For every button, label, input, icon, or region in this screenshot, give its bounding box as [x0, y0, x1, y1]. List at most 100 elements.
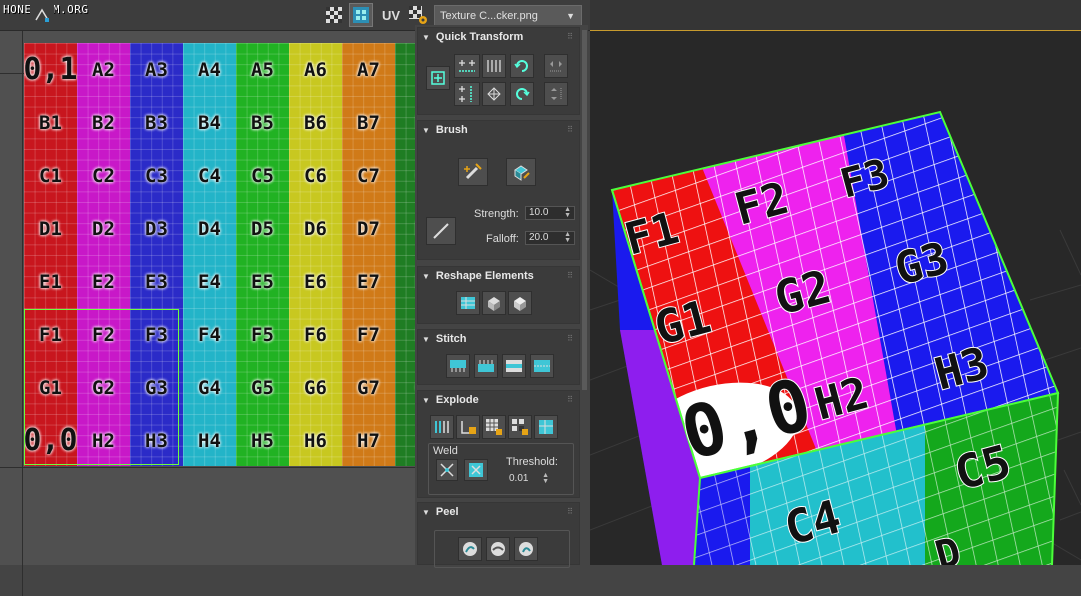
checker-cell: B3 [130, 96, 183, 149]
peel-header[interactable]: ▼ Peel [422, 506, 459, 518]
quick-peel-icon[interactable] [458, 537, 482, 561]
rotate-cw-icon[interactable] [510, 82, 534, 106]
checker-cell-label: E6 [304, 270, 327, 293]
checker-cell-label: C3 [145, 164, 168, 187]
checker-cell-label: F4 [198, 323, 221, 346]
reshape-elements-header[interactable]: ▼ Reshape Elements [422, 270, 534, 282]
explode-by-smoothing-icon[interactable] [430, 415, 454, 439]
straighten-selection-icon[interactable] [456, 291, 480, 315]
stitch-to-source-icon[interactable] [474, 354, 498, 378]
stitch-header[interactable]: ▼ Stitch [422, 333, 466, 345]
peel-reset-icon[interactable] [514, 537, 538, 561]
explode-by-material-icon[interactable] [482, 415, 506, 439]
stitch-to-target-icon[interactable] [530, 354, 554, 378]
checker-cell: C5 [236, 149, 289, 202]
checker-cell-label: A5 [251, 58, 274, 81]
align-vertical-icon[interactable] [454, 82, 480, 106]
spinner-arrows-icon[interactable]: ▲ ▼ [564, 206, 571, 219]
explode-rollout: ▼ Explode ⠿ Weld Threshold: 0.01 ▲ ▼ [417, 390, 580, 498]
checker-cell-label: C2 [92, 164, 115, 187]
weld-selected-icon[interactable] [436, 459, 458, 481]
explode-to-elements-icon[interactable] [508, 415, 532, 439]
checker-cell-label: F6 [304, 323, 327, 346]
explode-by-polygon-icon[interactable] [456, 415, 480, 439]
unwrap-panel: ▼ Quick Transform ⠿ ▼ Brush ⠿ Strength: 10… [415, 25, 588, 568]
brush-header[interactable]: ▼ Brush [422, 124, 468, 136]
space-vertical-icon[interactable] [482, 82, 506, 106]
quick-transform-title: Quick Transform [435, 31, 524, 43]
relax-settings-icon[interactable] [508, 291, 532, 315]
checker-cell-label: E5 [251, 270, 274, 293]
checker-cell: E [395, 255, 415, 308]
grip-icon[interactable]: ⠿ [567, 395, 573, 404]
checker-cell: E3 [130, 255, 183, 308]
falloff-spinner[interactable]: 20.0 ▲ ▼ [525, 231, 575, 245]
viewport-3d[interactable]: F1 F2 F3 G1 G2 G3 0,0 H2 H3 C4 C5 D [590, 0, 1081, 565]
threshold-spinner[interactable]: 0.01 ▲ ▼ [506, 472, 552, 487]
spinner-arrows-icon[interactable]: ▲ ▼ [564, 231, 571, 244]
checker-cell-label: C1 [39, 164, 62, 187]
falloff-value: 20.0 [529, 232, 549, 243]
checker-cell-label: D4 [198, 217, 221, 240]
weld-threshold-icon[interactable] [464, 459, 488, 481]
align-horizontal-icon[interactable] [454, 54, 480, 78]
checker-cell: H4 [183, 414, 236, 466]
checker-cell-label: E7 [357, 270, 380, 293]
checker-cell: E6 [289, 255, 342, 308]
checker-cell: F [395, 308, 415, 361]
checker-cell: B4 [183, 96, 236, 149]
grip-icon[interactable]: ⠿ [567, 334, 573, 343]
show-map-icon[interactable] [349, 3, 373, 27]
stitch-title: Stitch [435, 333, 467, 345]
checker-cell-label: A3 [145, 58, 168, 81]
checker-cell: D5 [236, 202, 289, 255]
relax-brush-icon[interactable] [506, 158, 536, 186]
falloff-label: Falloff: [486, 233, 519, 245]
grip-icon[interactable]: ⠿ [567, 125, 573, 134]
pivot-icon[interactable] [30, 3, 54, 27]
checker-cell-label: G7 [357, 376, 380, 399]
reshape-elements-rollout: ▼ Reshape Elements ⠿ [417, 266, 580, 324]
checker-cell: H5 [236, 414, 289, 466]
checker-cell: C7 [342, 149, 395, 202]
explode-header[interactable]: ▼ Explode [422, 394, 479, 406]
uv-selection-box[interactable] [24, 309, 179, 465]
checker-cell: G5 [236, 361, 289, 414]
peel-rollout: ▼ Peel ⠿ [417, 502, 580, 568]
grip-icon[interactable]: ⠿ [567, 32, 573, 41]
checker-cell-label: E2 [92, 270, 115, 293]
flatten-icon[interactable] [534, 415, 558, 439]
quick-transform-header[interactable]: ▼ Quick Transform [422, 31, 523, 43]
brush-falloff-icon[interactable] [426, 217, 456, 245]
checker-cell-label: C4 [198, 164, 221, 187]
texture-settings-icon[interactable] [406, 3, 430, 27]
checker-cell: C4 [183, 149, 236, 202]
paint-move-icon[interactable] [458, 158, 488, 186]
uv-editor-canvas[interactable]: 0,1 B1 C1 D1 E1 F1 G1 0,0 A2 B2 C2 D2 E2 F2 G2 H2 A3 B3 C3… [0, 31, 415, 596]
checker-cell: G7 [342, 361, 395, 414]
uv-toggle-button[interactable]: UV [378, 3, 404, 27]
peel-mode-icon[interactable] [486, 537, 510, 561]
rotate-ccw-icon[interactable] [510, 54, 534, 78]
checker-cell: F5 [236, 308, 289, 361]
grip-icon[interactable]: ⠿ [567, 271, 573, 280]
checker-cell-label: G5 [251, 376, 274, 399]
relax-icon[interactable] [482, 291, 506, 315]
texture-dropdown[interactable]: Texture C...cker.png ▼ [434, 5, 582, 27]
stitch-average-icon[interactable] [502, 354, 526, 378]
spinner-arrows-icon[interactable]: ▲ ▼ [542, 472, 549, 485]
checker-pattern-icon[interactable] [322, 3, 346, 27]
checker-cell: D4 [183, 202, 236, 255]
set-pivot-icon[interactable] [426, 66, 450, 90]
grip-icon[interactable]: ⠿ [567, 507, 573, 516]
space-horizontal-icon[interactable] [482, 54, 506, 78]
checker-cell-label: E3 [145, 270, 168, 293]
panel-scrollbar[interactable] [582, 30, 587, 390]
checker-cell: 1 [395, 43, 415, 96]
checker-cell: D1 [24, 202, 77, 255]
flip-horizontal-icon[interactable] [544, 54, 568, 78]
checker-cell-label: H4 [198, 429, 221, 452]
flip-vertical-icon[interactable] [544, 82, 568, 106]
stitch-custom-icon[interactable] [446, 354, 470, 378]
strength-spinner[interactable]: 10.0 ▲ ▼ [525, 206, 575, 220]
